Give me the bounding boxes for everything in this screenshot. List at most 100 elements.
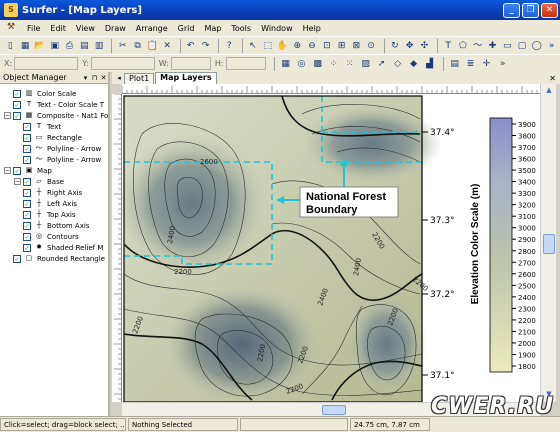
- tree-item[interactable]: ✓ ┼ Bottom Axis: [14, 220, 89, 231]
- menu-arrange[interactable]: Arrange: [131, 24, 173, 33]
- wireframe-icon[interactable]: ◇: [391, 57, 405, 71]
- grid-data-icon[interactable]: ▦: [279, 57, 293, 71]
- vertical-scroll-thumb[interactable]: [543, 234, 555, 254]
- close-button[interactable]: ✕: [541, 2, 558, 18]
- tree-item[interactable]: − ✓ ▣ Map: [4, 165, 52, 176]
- visibility-checkbox[interactable]: ✓: [23, 188, 31, 197]
- stack-maps-icon[interactable]: ≣: [464, 57, 478, 71]
- visibility-checkbox[interactable]: ✓: [23, 199, 31, 208]
- visibility-checkbox[interactable]: ✓: [23, 243, 31, 252]
- tab-map-layers[interactable]: Map Layers: [155, 72, 217, 84]
- visibility-checkbox[interactable]: ✓: [13, 254, 21, 263]
- menu-edit[interactable]: Edit: [45, 24, 71, 33]
- visibility-checkbox[interactable]: ✓: [23, 221, 31, 230]
- rectangle-tool-icon[interactable]: ▭: [501, 39, 514, 53]
- new-file-icon[interactable]: ▯: [4, 39, 17, 53]
- visibility-checkbox[interactable]: ✓: [23, 144, 31, 153]
- w-field[interactable]: [170, 57, 211, 70]
- image-map-icon[interactable]: ▩: [311, 57, 325, 71]
- zoom-in-icon[interactable]: ⊕: [291, 39, 304, 53]
- menu-grid[interactable]: Grid: [173, 24, 200, 33]
- visibility-checkbox[interactable]: ✓: [23, 133, 31, 142]
- shaded-relief-tool-icon[interactable]: ▨: [359, 57, 373, 71]
- tree-item[interactable]: ✓ ▥ Color Scale: [4, 88, 76, 99]
- menu-draw[interactable]: Draw: [100, 24, 131, 33]
- visibility-checkbox[interactable]: ✓: [13, 89, 21, 98]
- tree-item[interactable]: ✓ ┼ Right Axis: [14, 187, 82, 198]
- zoom-out-icon[interactable]: ⊖: [306, 39, 319, 53]
- options-icon[interactable]: ▥: [93, 39, 106, 53]
- select-arrow-icon[interactable]: ↖: [247, 39, 260, 53]
- tree-item[interactable]: ✓ ◎ Contours: [14, 231, 79, 242]
- visibility-checkbox[interactable]: ✓: [13, 166, 21, 175]
- tree-item[interactable]: − ✓ ▦ Composite - Nat1 Fo: [4, 110, 108, 121]
- maximize-button[interactable]: ❐: [522, 2, 539, 18]
- tab-close-icon[interactable]: ✕: [549, 74, 556, 83]
- tree-item[interactable]: ✓ T Text: [14, 121, 61, 132]
- scroll-up-icon[interactable]: ▲: [543, 84, 555, 96]
- h-field[interactable]: [225, 57, 266, 70]
- menu-view[interactable]: View: [71, 24, 100, 33]
- menu-tools[interactable]: Tools: [226, 24, 256, 33]
- pin-icon[interactable]: ▾: [81, 74, 90, 82]
- undo-icon[interactable]: ↶: [184, 39, 197, 53]
- symbol-tool-icon[interactable]: ✚: [486, 39, 499, 53]
- menu-window[interactable]: Window: [256, 24, 298, 33]
- new-worksheet-icon[interactable]: ▦: [19, 39, 32, 53]
- panel-close-icon[interactable]: ✕: [99, 74, 108, 82]
- expand-toggle-icon[interactable]: −: [14, 178, 21, 185]
- tab-scroll-left-icon[interactable]: ◂: [114, 74, 124, 82]
- document-menu-icon[interactable]: ⚒: [4, 22, 18, 34]
- paste-icon[interactable]: 📋: [146, 39, 159, 53]
- pan-hand-icon[interactable]: ✋: [276, 39, 289, 53]
- text-tool-icon[interactable]: T: [442, 39, 455, 53]
- classed-post-icon[interactable]: ⁙: [343, 57, 357, 71]
- plot-canvas[interactable]: 2600 2400 2200 2200 2200 2200 2400 2200 …: [122, 94, 540, 402]
- tree-item[interactable]: ✓ ▭ Rectangle: [14, 132, 82, 143]
- open-folder-icon[interactable]: 📂: [34, 39, 47, 53]
- tree-item[interactable]: ✓ ▢ Rounded Rectangle: [4, 253, 105, 264]
- visibility-checkbox[interactable]: ✓: [13, 100, 21, 109]
- toolbar-overflow-icon[interactable]: »: [545, 39, 558, 53]
- rounded-rectangle-tool-icon[interactable]: ▢: [516, 39, 529, 53]
- surface-icon[interactable]: ◆: [407, 57, 421, 71]
- menu-help[interactable]: Help: [298, 24, 326, 33]
- visibility-checkbox[interactable]: ✓: [23, 232, 31, 241]
- post-map-icon[interactable]: ⁘: [327, 57, 341, 71]
- tree-item[interactable]: ✓ ✹ Shaded Relief M: [14, 242, 103, 253]
- polyline-tool-icon[interactable]: 〜: [471, 39, 484, 53]
- zoom-rect-icon[interactable]: ⊡: [320, 39, 333, 53]
- horizontal-scroll-thumb[interactable]: [322, 405, 346, 415]
- zoom-fit-icon[interactable]: ⊠: [350, 39, 363, 53]
- base-map-icon[interactable]: ▟: [423, 57, 437, 71]
- move-icon[interactable]: ✣: [418, 39, 431, 53]
- page-setup-icon[interactable]: ▤: [78, 39, 91, 53]
- redo-icon[interactable]: ↷: [199, 39, 212, 53]
- save-icon[interactable]: ▣: [48, 39, 61, 53]
- visibility-checkbox[interactable]: ✓: [13, 111, 21, 120]
- tree-item[interactable]: ✓ 〜 Polyline - Arrow: [14, 154, 101, 165]
- visibility-checkbox[interactable]: ✓: [23, 177, 31, 186]
- trackball-icon[interactable]: ✥: [403, 39, 416, 53]
- copy-icon[interactable]: ⧉: [131, 39, 144, 53]
- tree-item[interactable]: ✓ ┼ Top Axis: [14, 209, 76, 220]
- tree-item[interactable]: ✓ 〜 Polyline - Arrow: [14, 143, 101, 154]
- vector-map-icon[interactable]: ➚: [375, 57, 389, 71]
- expand-toggle-icon[interactable]: −: [4, 167, 11, 174]
- minimize-button[interactable]: _: [503, 2, 520, 18]
- block-select-icon[interactable]: ⬚: [261, 39, 274, 53]
- expand-toggle-icon[interactable]: −: [4, 112, 11, 119]
- visibility-checkbox[interactable]: ✓: [23, 122, 31, 131]
- zoom-actual-icon[interactable]: ⊙: [365, 39, 378, 53]
- visibility-checkbox[interactable]: ✓: [23, 155, 31, 164]
- rotate-icon[interactable]: ↻: [389, 39, 402, 53]
- map-plot[interactable]: 2600 2400 2200 2200 2200 2200 2400 2200 …: [122, 94, 540, 402]
- overlay-maps-icon[interactable]: ▤: [448, 57, 462, 71]
- menu-file[interactable]: File: [22, 24, 45, 33]
- vertical-scrollbar[interactable]: ▲ ▼: [540, 84, 556, 402]
- digitize-icon[interactable]: ✛: [480, 57, 494, 71]
- contour-map-icon[interactable]: ◎: [295, 57, 309, 71]
- auto-hide-icon[interactable]: ⊓: [90, 74, 99, 82]
- x-field[interactable]: [14, 57, 79, 70]
- color-scale[interactable]: 3900 3800 3700 3600 3500 3400 3300 3200 3100 3000…: [470, 117, 536, 373]
